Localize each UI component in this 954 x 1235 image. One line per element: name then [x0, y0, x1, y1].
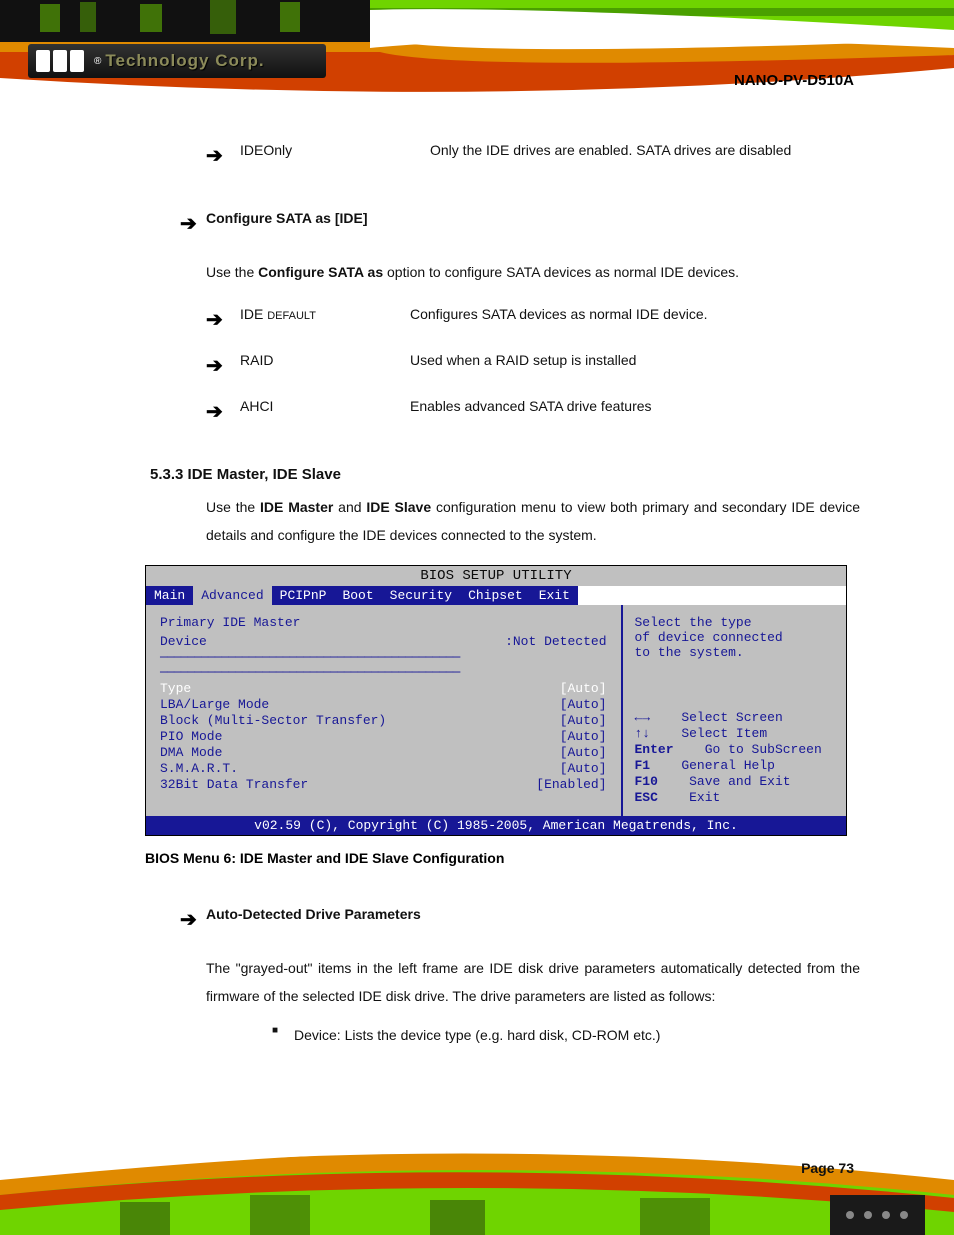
bios-tabs: MainAdvancedPCIPnPBootSecurityChipsetExi… [146, 586, 846, 605]
arrow-right-icon: ➔ [180, 213, 197, 235]
option-label: AHCI [240, 398, 273, 414]
arrow-right-icon: ➔ [206, 309, 223, 331]
brand-logo: ® Technology Corp. [28, 44, 326, 78]
bios-key-hint: F1 General Help [635, 758, 835, 773]
bios-tab: Security [382, 586, 460, 605]
arrow-right-icon: ➔ [206, 401, 223, 423]
bios-key-hint: Enter Go to SubScreen [635, 742, 835, 757]
bios-field: 32Bit Data Transfer[Enabled] [160, 777, 607, 792]
registered-mark: ® [94, 56, 101, 67]
bios-tab: Chipset [460, 586, 531, 605]
list-item: ■ Device: Lists the device type (e.g. ha… [272, 1020, 860, 1051]
brand-text: Technology Corp. [105, 51, 264, 71]
content-area: ➔ IDEOnly Only the IDE drives are enable… [180, 130, 860, 1051]
arrow-right-icon: ➔ [180, 909, 197, 931]
paragraph: The "grayed-out" items in the left frame… [206, 954, 860, 1010]
bios-key-hint: ESC Exit [635, 790, 835, 805]
paragraph: Use the Configure SATA as option to conf… [206, 258, 860, 286]
bios-field: Device:Not Detected [160, 634, 607, 649]
option-heading-row: ➔ Auto-Detected Drive Parameters [180, 900, 860, 940]
section-heading: 5.3.3 IDE Master, IDE Slave [150, 466, 860, 483]
bios-field: DMA Mode[Auto] [160, 745, 607, 760]
paragraph: Use the IDE Master and IDE Slave configu… [206, 493, 860, 549]
bios-body: Primary IDE Master Device:Not Detected──… [146, 605, 846, 816]
bios-field: Block (Multi-Sector Transfer)[Auto] [160, 713, 607, 728]
list-item: ➔ IDE DEFAULT Configures SATA devices as n… [206, 300, 860, 340]
option-label: IDE [240, 306, 263, 322]
option-heading-row: ➔ Configure SATA as [IDE] [180, 204, 860, 244]
option-desc: Configures SATA devices as normal IDE de… [410, 300, 860, 340]
list-item: ➔ RAID Used when a RAID setup is installed [206, 346, 860, 386]
bios-key-hint: ←→ Select Screen [635, 710, 835, 725]
option-desc: Only the IDE drives are enabled. SATA dr… [430, 142, 791, 158]
bios-right-panel: Select the type of device connected to t… [623, 605, 847, 816]
bios-title: BIOS SETUP UTILITY [146, 566, 846, 586]
option-label: IDEOnly [240, 142, 292, 158]
bios-field: Type[Auto] [160, 681, 607, 696]
bios-field: LBA/Large Mode[Auto] [160, 697, 607, 712]
top-decoration: ® Technology Corp. NANO-PV-D510A [0, 0, 954, 100]
bios-help-text: Select the type of device connected to t… [635, 615, 835, 660]
bottom-decoration: Page 73 [0, 1140, 954, 1235]
bios-key-hint: F10 Save and Exit [635, 774, 835, 789]
bios-tab: PCIPnP [272, 586, 335, 605]
bios-field: S.M.A.R.T.[Auto] [160, 761, 607, 776]
bullet-text: Device: Lists the device type (e.g. hard… [294, 1020, 660, 1051]
options-list: ➔ IDE DEFAULT Configures SATA devices as n… [206, 300, 860, 432]
bios-tab: Main [146, 586, 193, 605]
bios-subheading: Primary IDE Master [160, 615, 607, 630]
product-name: NANO-PV-D510A [734, 72, 854, 89]
bios-footer: v02.59 (C), Copyright (C) 1985-2005, Ame… [146, 816, 846, 835]
footer-banner-svg [0, 1140, 954, 1235]
bios-tab: Advanced [193, 586, 271, 605]
bios-tab: Boot [334, 586, 381, 605]
option-heading: Configure SATA as [IDE] [206, 204, 368, 244]
list-item: ➔ IDEOnly Only the IDE drives are enable… [206, 136, 860, 176]
arrow-right-icon: ➔ [206, 145, 223, 167]
default-tag: DEFAULT [267, 310, 316, 322]
figure-caption: BIOS Menu 6: IDE Master and IDE Slave Co… [145, 850, 860, 866]
bios-screenshot: BIOS SETUP UTILITY MainAdvancedPCIPnPBoo… [145, 565, 847, 836]
bios-key-hint: ↑↓ Select Item [635, 726, 835, 741]
option-label: RAID [240, 352, 273, 368]
option-desc: Enables advanced SATA drive features [410, 392, 860, 432]
option-heading: Auto-Detected Drive Parameters [206, 900, 421, 940]
bios-keymap: ←→ Select Screen↑↓ Select ItemEnter Go t… [635, 710, 835, 805]
bios-field: PIO Mode[Auto] [160, 729, 607, 744]
page: ® Technology Corp. NANO-PV-D510A ➔ IDEOn… [0, 0, 954, 1235]
bullet-square-icon: ■ [272, 1020, 294, 1051]
arrow-right-icon: ➔ [206, 355, 223, 377]
list-item: ➔ AHCI Enables advanced SATA drive feature… [206, 392, 860, 432]
bios-tab: Exit [531, 586, 578, 605]
option-desc: Used when a RAID setup is installed [410, 346, 860, 386]
iei-icon [36, 50, 84, 72]
page-number: Page 73 [801, 1160, 854, 1176]
bios-left-panel: Primary IDE Master Device:Not Detected──… [146, 605, 623, 816]
